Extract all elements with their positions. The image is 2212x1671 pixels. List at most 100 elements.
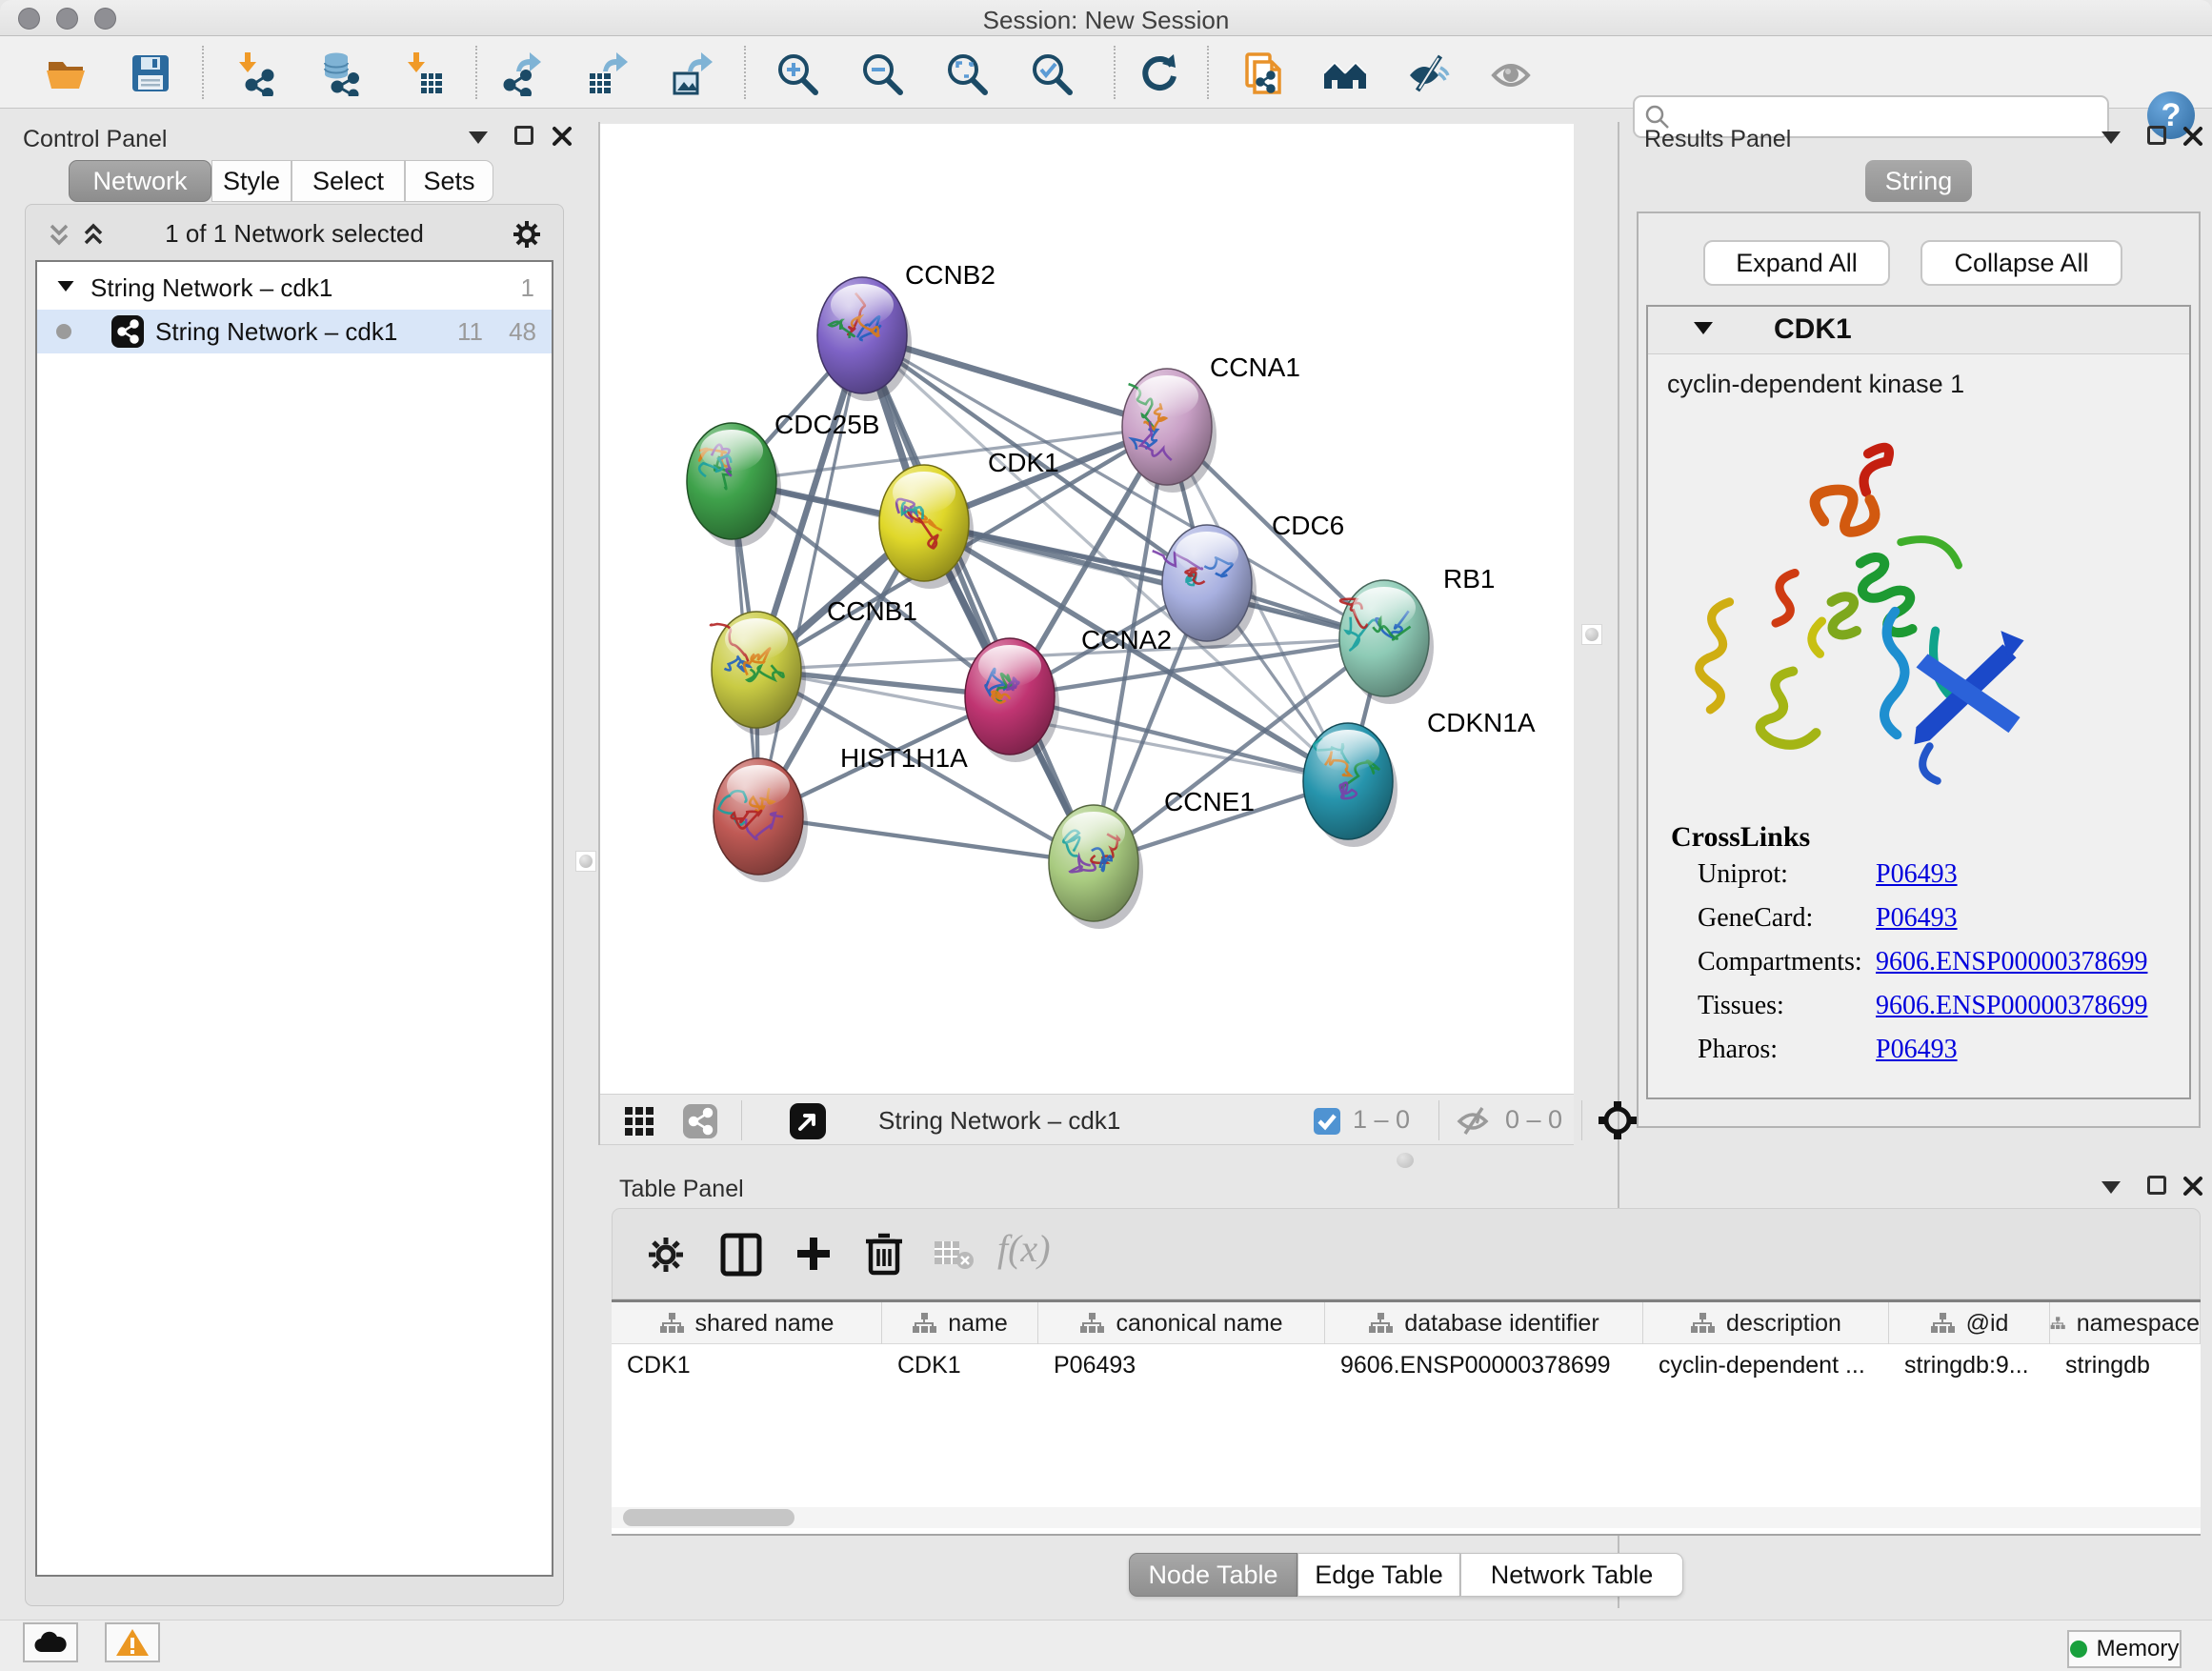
selected-checkbox-icon[interactable] <box>1313 1107 1341 1136</box>
node-CCNB2[interactable]: CCNB2 <box>817 260 995 401</box>
table-horizontal-scrollbar[interactable] <box>612 1507 2201 1528</box>
network-selection-status-row: 1 of 1 Network selected <box>26 212 563 254</box>
column-header-canonical-name[interactable]: canonical name <box>1038 1302 1325 1344</box>
table-cell[interactable]: stringdb:9... <box>1904 1346 2046 1384</box>
close-panel-icon[interactable] <box>2182 125 2204 148</box>
right-splitter-handle[interactable] <box>1581 624 1602 645</box>
warnings-button[interactable] <box>105 1622 160 1662</box>
node-HIST1H1A[interactable]: HIST1H1A <box>714 743 968 882</box>
table-cell[interactable]: stringdb <box>2065 1346 2197 1384</box>
expand-all-button[interactable]: Expand All <box>1703 240 1890 286</box>
zoom-in-button[interactable] <box>774 50 820 96</box>
network-selection-status: 1 of 1 Network selected <box>26 219 563 249</box>
float-panel-icon[interactable] <box>2147 1176 2166 1195</box>
close-panel-icon[interactable] <box>2182 1175 2204 1198</box>
zoom-fit-button[interactable] <box>944 50 990 96</box>
export-network-button[interactable] <box>499 50 545 96</box>
birdseye-view-icon[interactable] <box>789 1102 827 1140</box>
network-row-selected[interactable]: String Network – cdk1 11 48 <box>37 310 552 353</box>
column-header--id[interactable]: @id <box>1889 1302 2050 1344</box>
collapse-all-button[interactable]: Collapse All <box>1920 240 2122 286</box>
network-collection-row[interactable]: String Network – cdk1 1 <box>37 266 552 310</box>
node-CDKN1A[interactable]: CDKN1A <box>1303 708 1536 847</box>
tab-string[interactable]: String <box>1865 160 1972 202</box>
crosslink-link[interactable]: P06493 <box>1876 859 1958 890</box>
zoom-in-icon <box>774 50 820 96</box>
grid-view-icon[interactable] <box>623 1105 655 1137</box>
table-cell[interactable]: 9606.ENSP00000378699 <box>1340 1346 1639 1384</box>
node-CDC25B[interactable]: CDC25B <box>687 410 879 547</box>
table-cell[interactable]: P06493 <box>1054 1346 1321 1384</box>
crosslink-row: Compartments:9606.ENSP00000378699 <box>1648 947 2189 985</box>
column-header-database-identifier[interactable]: database identifier <box>1325 1302 1643 1344</box>
table-settings-gear-icon[interactable] <box>645 1234 687 1276</box>
column-header-shared-name[interactable]: shared name <box>612 1302 882 1344</box>
import-network-database-button[interactable] <box>315 50 361 96</box>
tab-select[interactable]: Select <box>292 160 405 202</box>
tab-sets[interactable]: Sets <box>405 160 493 202</box>
import-table-file-button[interactable] <box>400 50 446 96</box>
column-header-description[interactable]: description <box>1643 1302 1889 1344</box>
network-options-gear-icon[interactable] <box>510 217 544 252</box>
tab-style[interactable]: Style <box>211 160 292 202</box>
float-panel-icon[interactable] <box>514 126 533 145</box>
delete-column-trash-icon[interactable] <box>862 1230 906 1278</box>
tab-network[interactable]: Network <box>69 160 211 202</box>
node-CCNE1[interactable]: CCNE1 <box>1049 787 1255 929</box>
node-label-CCNA2: CCNA2 <box>1081 625 1172 654</box>
network-collection-label: String Network – cdk1 <box>90 273 332 303</box>
open-session-button[interactable] <box>44 50 90 96</box>
node-CDC6[interactable]: CDC6 <box>1153 511 1345 649</box>
panel-menu-icon[interactable] <box>469 131 488 144</box>
node-CDK1[interactable]: CDK1 <box>879 448 1059 589</box>
network-from-clipboard-button[interactable] <box>1239 50 1285 96</box>
import-network-file-button[interactable] <box>231 50 277 96</box>
crosslink-link[interactable]: 9606.ENSP00000378699 <box>1876 947 2147 977</box>
crosslink-link[interactable]: P06493 <box>1876 903 1958 934</box>
float-panel-icon[interactable] <box>2147 126 2166 145</box>
column-header-name[interactable]: name <box>882 1302 1038 1344</box>
node-label-CCNB2: CCNB2 <box>905 260 995 290</box>
gene-card-header[interactable]: CDK1 <box>1648 307 2189 354</box>
table-cell[interactable]: cyclin-dependent ... <box>1659 1346 1885 1384</box>
zoom-selected-button[interactable] <box>1029 50 1075 96</box>
scrollbar-thumb[interactable] <box>623 1509 794 1526</box>
zoom-out-icon <box>859 50 905 96</box>
network-graph[interactable]: CCNB2CCNA1CDC25BCDK1CDC6RB1CCNB1CCNA2CDK… <box>600 124 1574 1094</box>
memory-button[interactable]: Memory <box>2067 1630 2182 1668</box>
network-view-canvas[interactable]: CCNB2CCNA1CDC25BCDK1CDC6RB1CCNB1CCNA2CDK… <box>600 124 1574 1094</box>
left-splitter-handle[interactable] <box>575 851 596 872</box>
export-image-button[interactable] <box>669 50 714 96</box>
tree-expander-icon[interactable] <box>58 281 74 292</box>
window-title: Session: New Session <box>0 6 2212 35</box>
crosslink-link[interactable]: P06493 <box>1876 1035 1958 1065</box>
node-RB1[interactable]: RB1 <box>1339 564 1495 704</box>
table-cell[interactable]: CDK1 <box>627 1346 878 1384</box>
crosslink-label: Pharos: <box>1698 1035 1778 1065</box>
table-header-row: shared namenamecanonical namedatabase id… <box>612 1302 2201 1344</box>
export-table-icon <box>584 50 630 96</box>
refresh-view-button[interactable] <box>1136 50 1181 96</box>
crosslink-link[interactable]: 9606.ENSP00000378699 <box>1876 991 2147 1021</box>
share-view-icon[interactable] <box>682 1103 718 1139</box>
hide-selected-button[interactable] <box>1406 50 1452 96</box>
collapse-card-icon[interactable] <box>1694 322 1713 334</box>
bottom-splitter-handle[interactable] <box>1397 1153 1414 1168</box>
panel-menu-icon[interactable] <box>2101 131 2121 144</box>
panel-menu-icon[interactable] <box>2101 1181 2121 1194</box>
first-neighbors-button[interactable] <box>1322 50 1368 96</box>
show-columns-icon[interactable] <box>719 1232 763 1278</box>
tab-edge-table[interactable]: Edge Table <box>1297 1553 1460 1597</box>
cloud-status-button[interactable] <box>23 1622 78 1662</box>
create-column-plus-icon[interactable] <box>792 1232 835 1278</box>
export-table-button[interactable] <box>584 50 630 96</box>
zoom-out-button[interactable] <box>859 50 905 96</box>
column-header-namespace[interactable]: namespace <box>2050 1302 2201 1344</box>
save-session-button[interactable] <box>128 50 173 96</box>
tab-node-table[interactable]: Node Table <box>1129 1553 1297 1597</box>
table-cell[interactable]: CDK1 <box>897 1346 1035 1384</box>
show-all-button[interactable] <box>1488 50 1534 96</box>
tab-network-table[interactable]: Network Table <box>1460 1553 1683 1597</box>
close-panel-icon[interactable] <box>551 125 573 148</box>
toolbar-separator <box>202 46 204 99</box>
